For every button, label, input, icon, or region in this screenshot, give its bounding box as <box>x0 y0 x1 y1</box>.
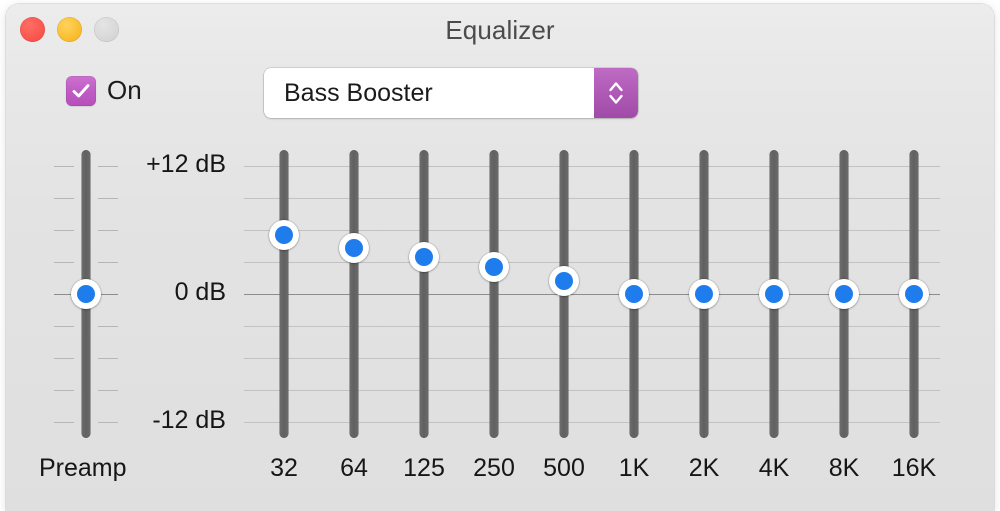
band-slider-1K[interactable] <box>617 134 651 448</box>
window-title: Equalizer <box>445 15 555 45</box>
band-slider-250-track[interactable] <box>489 150 499 438</box>
preset-popup-button[interactable]: Bass Booster <box>264 68 638 118</box>
preset-popup-value: Bass Booster <box>284 78 433 107</box>
checkbox-checked-icon[interactable] <box>66 75 96 106</box>
db-label-zero0: 0 dB <box>174 278 226 306</box>
band-slider-64[interactable] <box>337 134 371 448</box>
title-bar: Equalizer <box>6 4 994 56</box>
band-slider-8K[interactable] <box>827 134 861 448</box>
band-slider-8K-thumb[interactable] <box>829 279 859 309</box>
eq-on-label: On <box>107 75 142 105</box>
band-slider-64-track[interactable] <box>349 150 359 438</box>
band-slider-2K[interactable] <box>687 134 721 448</box>
band-slider-32-thumb[interactable] <box>269 220 299 251</box>
db-label-minus12: -12 dB <box>152 406 226 434</box>
band-slider-16K-thumb[interactable] <box>899 279 929 309</box>
band-label-500: 500 <box>543 454 585 482</box>
band-label-2K: 2K <box>688 454 720 482</box>
band-label-8K: 8K <box>828 454 860 482</box>
preamp-slider[interactable] <box>69 134 103 448</box>
band-slider-500[interactable] <box>547 134 581 448</box>
preamp-slider-thumb[interactable] <box>71 279 101 309</box>
band-label-32: 32 <box>270 454 298 482</box>
band-label-4K: 4K <box>758 454 790 482</box>
band-slider-32-track[interactable] <box>279 150 289 438</box>
band-slider-4K[interactable] <box>757 134 791 448</box>
band-label-1K: 1K <box>618 454 650 482</box>
band-slider-2K-thumb[interactable] <box>689 279 719 309</box>
band-slider-125-thumb[interactable] <box>409 241 439 272</box>
band-slider-64-thumb[interactable] <box>339 233 369 264</box>
band-label-250: 250 <box>473 454 515 482</box>
band-slider-32[interactable] <box>267 134 301 448</box>
band-label-125: 125 <box>403 454 445 482</box>
band-slider-16K[interactable] <box>897 134 931 448</box>
band-slider-250[interactable] <box>477 134 511 448</box>
band-slider-125-track[interactable] <box>419 150 429 438</box>
band-slider-125[interactable] <box>407 134 441 448</box>
chevron-up-down-icon[interactable] <box>594 68 638 118</box>
equalizer-window: Equalizer On Bass Booster +12 dB 0 dB -12 … <box>6 4 994 511</box>
equalizer-panel: +12 dB 0 dB -12 dB Preamp 32 64 125 250 500 1K 2… <box>6 134 994 494</box>
db-label-plus12: +12 dB <box>146 150 226 178</box>
eq-on-checkbox[interactable]: On <box>66 75 142 106</box>
band-slider-250-thumb[interactable] <box>479 252 509 283</box>
band-slider-500-thumb[interactable] <box>549 266 579 297</box>
controls-row: On Bass Booster <box>6 66 994 122</box>
band-label-16K: 16K <box>891 454 937 482</box>
band-slider-4K-thumb[interactable] <box>759 279 789 309</box>
preamp-label: Preamp <box>39 454 127 482</box>
band-label-64: 64 <box>340 454 368 482</box>
band-slider-1K-thumb[interactable] <box>619 279 649 309</box>
